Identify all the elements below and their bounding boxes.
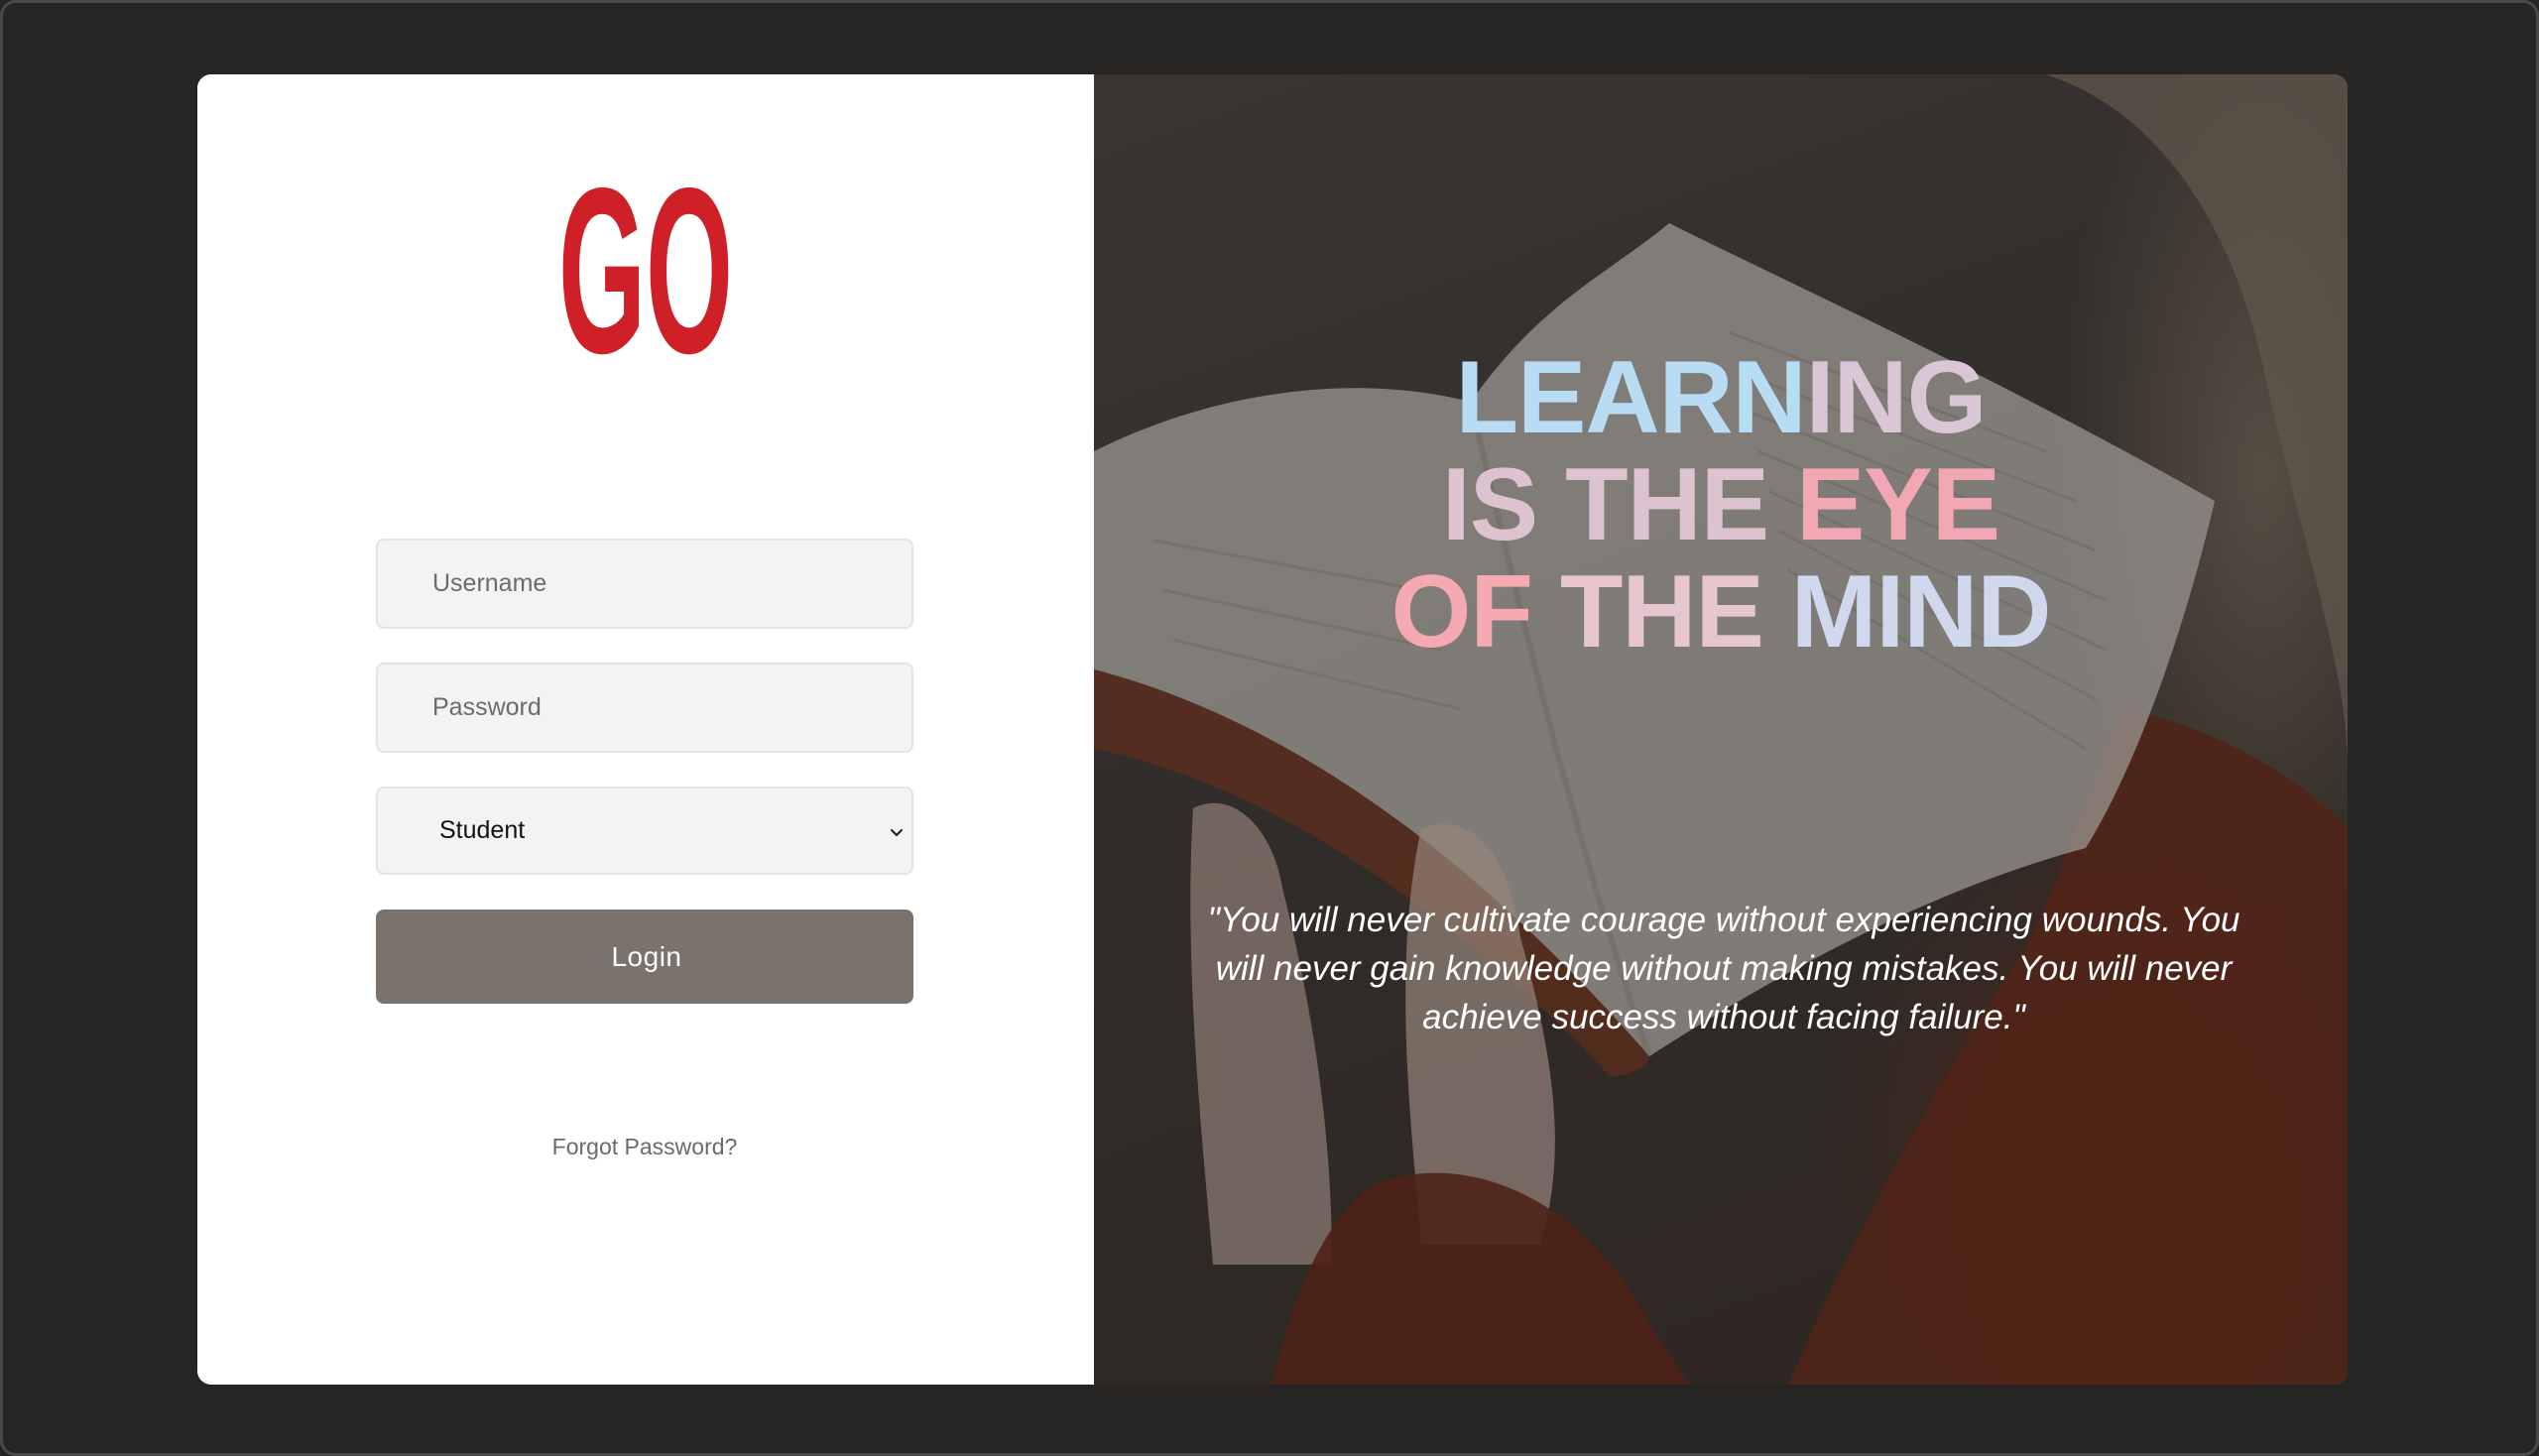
role-select[interactable]: Student bbox=[376, 787, 913, 875]
hero-panel: LEARNING IS THE EYE OF THE MIND "You wil… bbox=[1094, 74, 2348, 1385]
headline-word: IS THE bbox=[1441, 447, 1796, 562]
headline-word: EYE bbox=[1795, 447, 2000, 562]
role-select-value: Student bbox=[439, 816, 526, 844]
headline-line-3: OF THE MIND bbox=[1094, 558, 2348, 666]
headline-word: MIND bbox=[1790, 554, 2052, 669]
hero-headline: LEARNING IS THE EYE OF THE MIND bbox=[1094, 344, 2348, 666]
login-button[interactable]: Login bbox=[376, 910, 913, 1004]
login-card: GO Student Login Forgot Password? bbox=[197, 74, 2348, 1385]
headline-line-2: IS THE EYE bbox=[1094, 451, 2348, 558]
username-input[interactable] bbox=[376, 539, 913, 629]
headline-line-1: LEARNING bbox=[1094, 344, 2348, 451]
headline-word: LEARN bbox=[1455, 340, 1806, 455]
motivational-quote: "You will never cultivate courage withou… bbox=[1207, 901, 2240, 1036]
app-window: GO Student Login Forgot Password? bbox=[0, 0, 2539, 1456]
forgot-password-link[interactable]: Forgot Password? bbox=[376, 1134, 913, 1160]
headline-word: OF bbox=[1390, 554, 1560, 669]
go-logo: GO bbox=[558, 170, 733, 360]
image-dim-overlay bbox=[1094, 74, 2348, 1385]
headline-word: ING bbox=[1805, 340, 1988, 455]
headline-word: THE bbox=[1559, 554, 1791, 669]
login-panel: GO Student Login Forgot Password? bbox=[197, 74, 1094, 1385]
logo-text: GO bbox=[558, 170, 733, 360]
chevron-down-icon bbox=[891, 829, 903, 836]
password-input[interactable] bbox=[376, 663, 913, 753]
